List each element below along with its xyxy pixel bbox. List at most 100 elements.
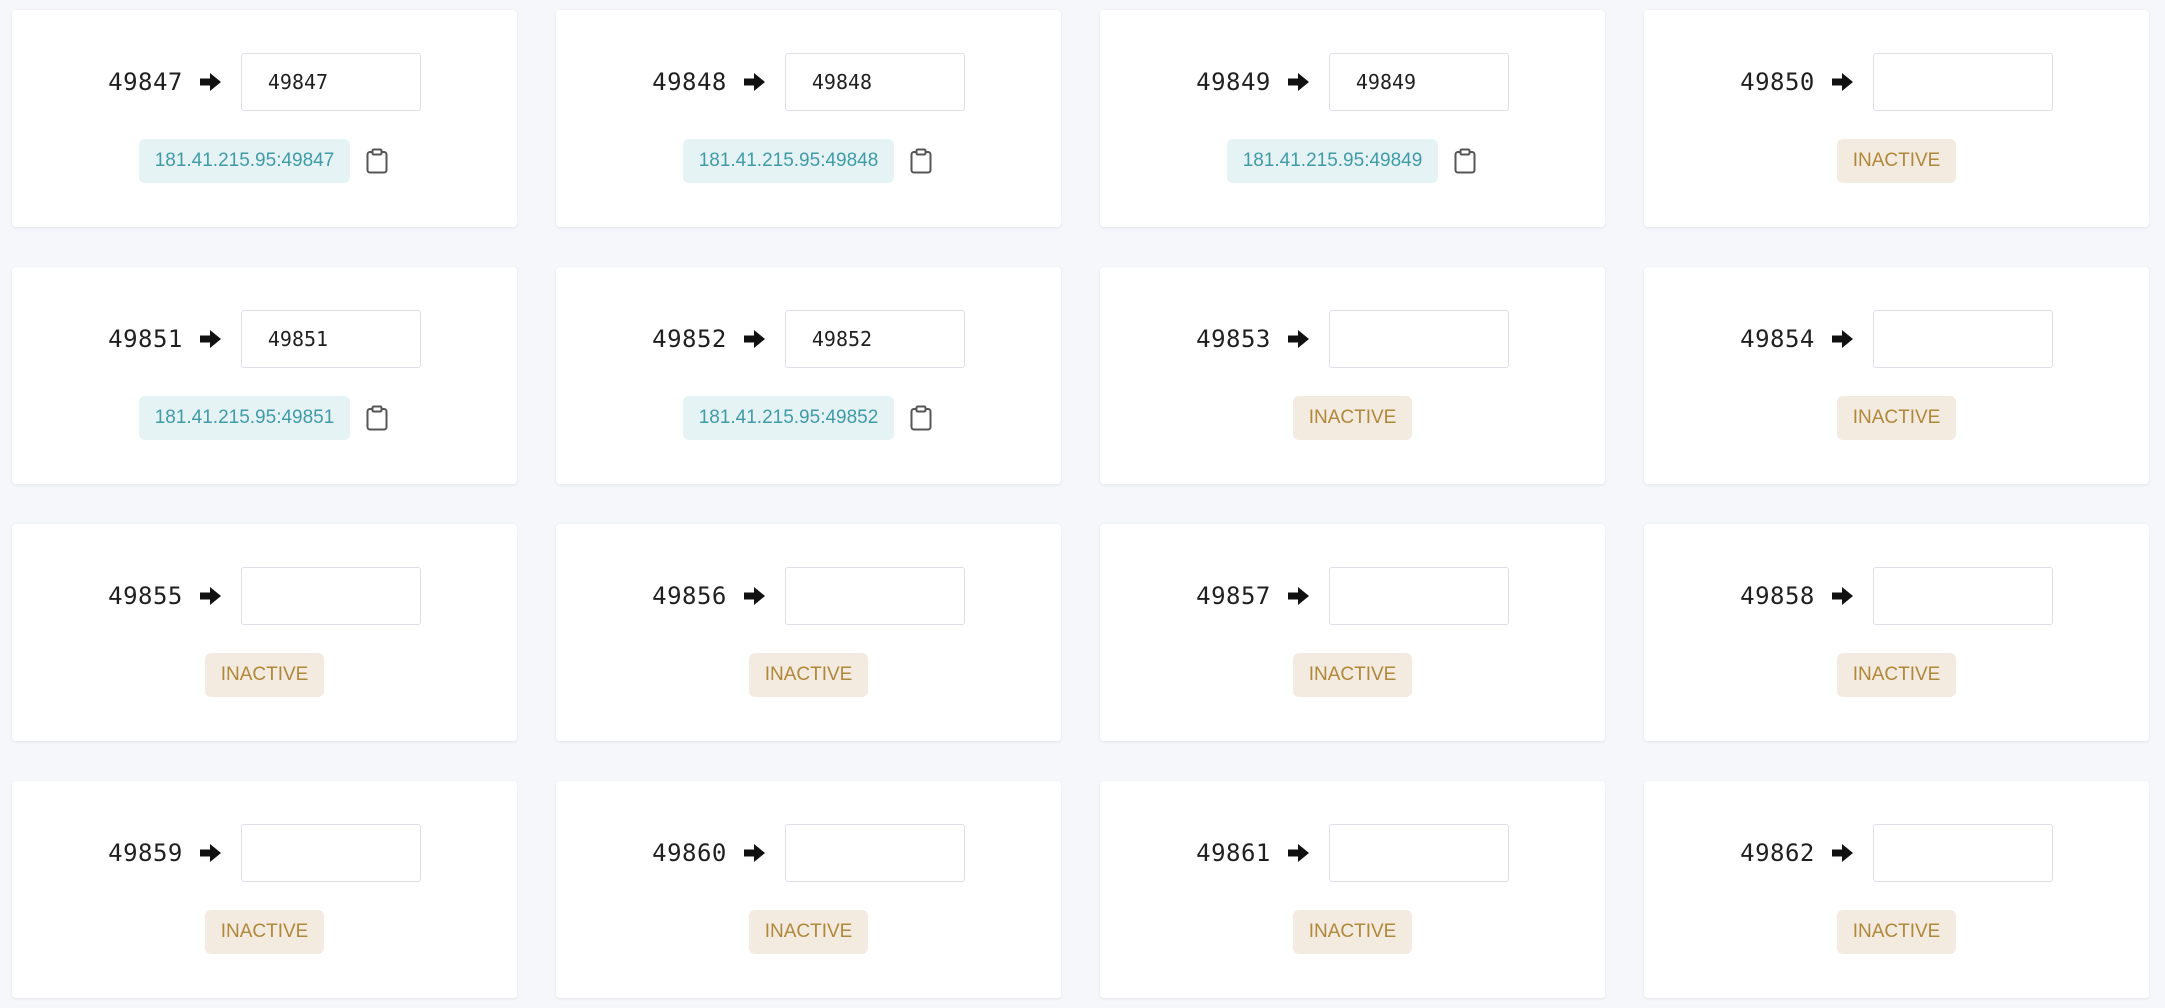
status-row: INACTIVE [12,653,517,697]
port-row: 49854 [1644,310,2149,368]
external-port-input[interactable] [784,310,965,368]
port-row: 49853 [1100,310,1605,368]
external-port-input[interactable] [784,53,965,111]
arrow-right-icon [1831,841,1855,865]
port-card: 49848 181.41.215.95:49848 [556,10,1061,227]
port-card: 49858 INACTIVE [1644,524,2149,741]
external-port-input[interactable] [784,567,965,625]
port-row: 49861 [1100,824,1605,882]
inactive-status-badge: INACTIVE [1292,910,1413,954]
public-address-tag: 181.41.215.95:49852 [682,396,895,440]
external-port-input[interactable] [240,53,421,111]
internal-port-label: 49848 [652,68,727,96]
external-port-input[interactable] [1872,567,2053,625]
internal-port-label: 49861 [1196,839,1271,867]
arrow-right-icon [199,584,223,608]
port-row: 49859 [12,824,517,882]
arrow-right-icon [1831,584,1855,608]
port-card: 49856 INACTIVE [556,524,1061,741]
port-card: 49852 181.41.215.95:49852 [556,267,1061,484]
inactive-status-badge: INACTIVE [1836,653,1957,697]
port-card: 49859 INACTIVE [12,781,517,998]
arrow-right-icon [743,841,767,865]
internal-port-label: 49854 [1740,325,1815,353]
arrow-right-icon [199,70,223,94]
arrow-right-icon [1831,327,1855,351]
port-card: 49851 181.41.215.95:49851 [12,267,517,484]
arrow-right-icon [1287,841,1311,865]
external-port-input[interactable] [1328,310,1509,368]
status-row: INACTIVE [1100,396,1605,440]
inactive-status-badge: INACTIVE [1836,910,1957,954]
arrow-right-icon [1287,70,1311,94]
arrow-right-icon [199,841,223,865]
port-card: 49861 INACTIVE [1100,781,1605,998]
arrow-right-icon [1287,327,1311,351]
port-card: 49857 INACTIVE [1100,524,1605,741]
port-row: 49849 [1100,53,1605,111]
public-address-tag: 181.41.215.95:49849 [1226,139,1439,183]
external-port-input[interactable] [1328,567,1509,625]
internal-port-label: 49849 [1196,68,1271,96]
address-row: 181.41.215.95:49852 [556,396,1061,440]
port-mapping-grid: 49847 181.41.215.95:49847 49848 [12,10,2149,998]
port-card: 49847 181.41.215.95:49847 [12,10,517,227]
external-port-input[interactable] [1872,310,2053,368]
arrow-right-icon [743,584,767,608]
clipboard-icon[interactable] [908,404,934,432]
external-port-input[interactable] [1872,824,2053,882]
port-row: 49852 [556,310,1061,368]
arrow-right-icon [743,327,767,351]
clipboard-icon[interactable] [1452,147,1478,175]
external-port-input[interactable] [1328,824,1509,882]
clipboard-icon[interactable] [908,147,934,175]
port-row: 49862 [1644,824,2149,882]
port-row: 49858 [1644,567,2149,625]
status-row: INACTIVE [1644,910,2149,954]
status-row: INACTIVE [12,910,517,954]
port-row: 49851 [12,310,517,368]
external-port-input[interactable] [240,567,421,625]
status-row: INACTIVE [1100,653,1605,697]
port-row: 49857 [1100,567,1605,625]
clipboard-icon[interactable] [364,404,390,432]
address-row: 181.41.215.95:49851 [12,396,517,440]
arrow-right-icon [743,70,767,94]
inactive-status-badge: INACTIVE [1292,396,1413,440]
external-port-input[interactable] [240,824,421,882]
port-card: 49849 181.41.215.95:49849 [1100,10,1605,227]
internal-port-label: 49858 [1740,582,1815,610]
internal-port-label: 49853 [1196,325,1271,353]
status-row: INACTIVE [1644,396,2149,440]
status-row: INACTIVE [556,910,1061,954]
public-address-tag: 181.41.215.95:49848 [682,139,895,183]
arrow-right-icon [1831,70,1855,94]
internal-port-label: 49860 [652,839,727,867]
internal-port-label: 49850 [1740,68,1815,96]
status-row: INACTIVE [556,653,1061,697]
status-row: INACTIVE [1644,139,2149,183]
internal-port-label: 49856 [652,582,727,610]
status-row: INACTIVE [1100,910,1605,954]
arrow-right-icon [1287,584,1311,608]
external-port-input[interactable] [1872,53,2053,111]
arrow-right-icon [199,327,223,351]
port-row: 49850 [1644,53,2149,111]
internal-port-label: 49852 [652,325,727,353]
external-port-input[interactable] [1328,53,1509,111]
external-port-input[interactable] [240,310,421,368]
port-card: 49860 INACTIVE [556,781,1061,998]
internal-port-label: 49855 [108,582,183,610]
port-row: 49860 [556,824,1061,882]
inactive-status-badge: INACTIVE [204,910,325,954]
port-row: 49847 [12,53,517,111]
external-port-input[interactable] [784,824,965,882]
inactive-status-badge: INACTIVE [1836,139,1957,183]
port-row: 49855 [12,567,517,625]
port-card: 49853 INACTIVE [1100,267,1605,484]
status-row: INACTIVE [1644,653,2149,697]
inactive-status-badge: INACTIVE [1836,396,1957,440]
port-card: 49854 INACTIVE [1644,267,2149,484]
internal-port-label: 49857 [1196,582,1271,610]
clipboard-icon[interactable] [364,147,390,175]
